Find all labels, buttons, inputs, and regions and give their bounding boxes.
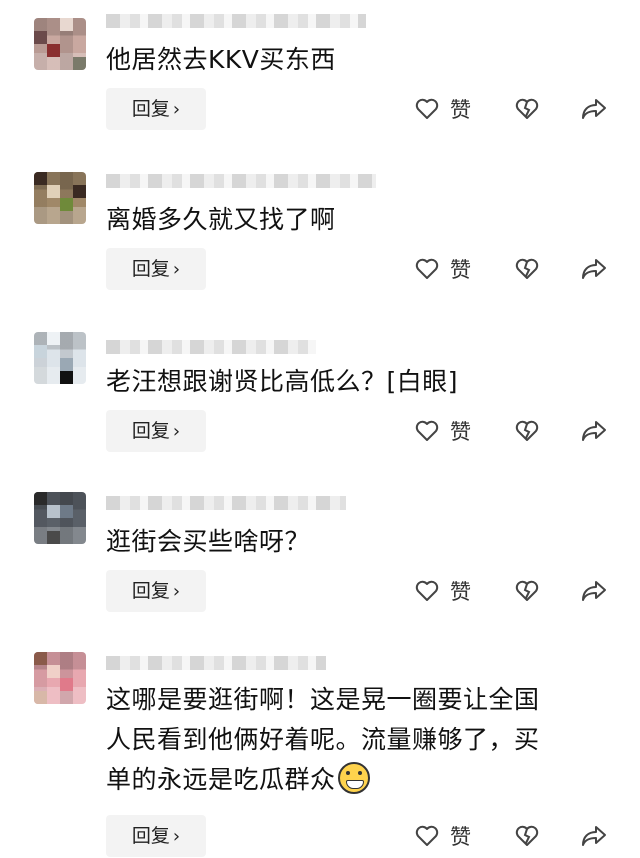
- action-bar: 赞: [410, 88, 620, 130]
- heart-icon[interactable]: [414, 823, 440, 849]
- avatar[interactable]: [34, 172, 86, 224]
- comment-text: 逛街会买些啥呀？: [106, 527, 311, 556]
- broken-heart-icon[interactable]: [514, 578, 540, 604]
- reply-button[interactable]: 回复 ›: [106, 248, 206, 290]
- reply-button[interactable]: 回复 ›: [106, 815, 206, 857]
- username-blurred[interactable]: [106, 496, 346, 510]
- chevron-right-icon: ›: [172, 99, 181, 120]
- action-bar: 赞: [410, 248, 620, 290]
- broken-heart-icon[interactable]: [514, 256, 540, 282]
- avatar[interactable]: [34, 332, 86, 384]
- username-blurred[interactable]: [106, 656, 326, 670]
- avatar[interactable]: [34, 18, 86, 70]
- share-icon[interactable]: [580, 418, 608, 444]
- comment-text: 老汪想跟谢贤比高低么？[白眼]: [106, 367, 459, 396]
- broken-heart-icon[interactable]: [514, 418, 540, 444]
- share-icon[interactable]: [580, 256, 608, 282]
- avatar[interactable]: [34, 492, 86, 544]
- chevron-right-icon: ›: [172, 259, 181, 280]
- comment-text: 这哪是要逛街啊！这是晃一圈要让全国 人民看到他俩好着呢。流量赚够了，买 单的永远…: [106, 685, 540, 794]
- chevron-right-icon: ›: [172, 581, 181, 602]
- share-icon[interactable]: [580, 578, 608, 604]
- heart-icon[interactable]: [414, 256, 440, 282]
- share-icon[interactable]: [580, 96, 608, 122]
- action-bar: 赞: [410, 410, 620, 452]
- like-label[interactable]: 赞: [450, 576, 471, 606]
- like-label[interactable]: 赞: [450, 254, 471, 284]
- heart-icon[interactable]: [414, 578, 440, 604]
- reply-button[interactable]: 回复 ›: [106, 570, 206, 612]
- heart-icon[interactable]: [414, 418, 440, 444]
- like-label[interactable]: 赞: [450, 94, 471, 124]
- heart-icon[interactable]: [414, 96, 440, 122]
- broken-heart-icon[interactable]: [514, 96, 540, 122]
- avatar[interactable]: [34, 652, 86, 704]
- username-blurred[interactable]: [106, 14, 366, 28]
- like-label[interactable]: 赞: [450, 416, 471, 446]
- reply-button[interactable]: 回复 ›: [106, 410, 206, 452]
- chevron-right-icon: ›: [172, 421, 181, 442]
- comment-text: 离婚多久就又找了啊: [106, 205, 336, 234]
- like-label[interactable]: 赞: [450, 821, 471, 851]
- comment-text: 他居然去KKV买东西: [106, 45, 336, 74]
- share-icon[interactable]: [580, 823, 608, 849]
- broken-heart-icon[interactable]: [514, 823, 540, 849]
- action-bar: 赞: [410, 570, 620, 612]
- username-blurred[interactable]: [106, 340, 316, 354]
- chevron-right-icon: ›: [172, 826, 181, 847]
- action-bar: 赞: [410, 815, 620, 857]
- grinning-face-icon: [337, 762, 370, 794]
- reply-button[interactable]: 回复 ›: [106, 88, 206, 130]
- username-blurred[interactable]: [106, 174, 376, 188]
